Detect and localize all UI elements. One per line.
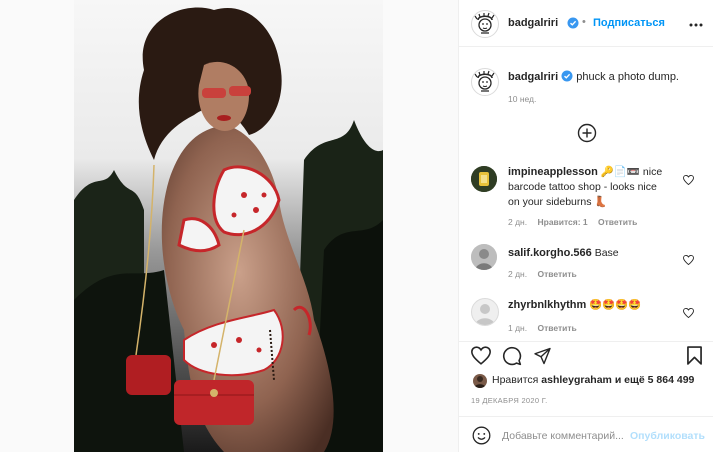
comment-meta: 1 дн. Ответить [508, 323, 585, 333]
verified-icon [561, 70, 573, 82]
author-avatar[interactable] [471, 10, 499, 38]
heart-icon[interactable] [471, 346, 491, 370]
reply-button[interactable]: Ответить [537, 323, 576, 333]
liker-avatar[interactable] [473, 374, 487, 388]
comment-text: Base [594, 247, 619, 259]
comment-body: zhyrbnlkhythm 🤩🤩🤩🤩 [508, 298, 693, 313]
bookmark-icon[interactable] [687, 346, 702, 370]
author-avatar-drawing [474, 12, 495, 34]
comment-body: impineapplesson 🔑📄📼 nice barcode tattoo … [508, 165, 693, 210]
comment-input[interactable]: Добавьте комментарий... [502, 430, 624, 442]
caption-age[interactable]: 10 нед. [508, 94, 536, 104]
comment-username[interactable]: salif.korgho.566 [508, 247, 592, 259]
comment-heart-icon[interactable] [683, 305, 694, 323]
comment-avatar-drawing [471, 244, 497, 270]
post-photo[interactable] [74, 0, 383, 452]
post-sidebar: badgalriri • Подписаться badgalriri phuc… [458, 0, 713, 452]
share-icon[interactable] [533, 347, 552, 370]
more-icon[interactable] [688, 17, 704, 35]
liker-avatar-drawing [474, 376, 486, 388]
comment-avatar[interactable] [471, 166, 497, 192]
comment-icon[interactable] [502, 346, 522, 371]
comment-meta: 2 дн. Нравится: 1 Ответить [508, 217, 645, 227]
follow-button[interactable]: Подписаться [593, 17, 665, 29]
reply-button[interactable]: Ответить [537, 269, 576, 279]
comment-username[interactable]: zhyrbnlkhythm [508, 299, 586, 311]
comment-text: 🔑📄📼 nice [600, 166, 663, 178]
author-username[interactable]: badgalriri [508, 17, 558, 29]
comment-age[interactable]: 2 дн. [508, 269, 527, 279]
comment-heart-icon[interactable] [683, 252, 694, 270]
comment-likes[interactable]: Нравится: 1 [537, 217, 587, 227]
comment-avatar[interactable] [471, 298, 499, 326]
caption-avatar-drawing [474, 70, 495, 92]
comment-text: barcode tattoo shop - looks nice [508, 181, 657, 193]
comment-age[interactable]: 2 дн. [508, 217, 527, 227]
comment-avatar-drawing [471, 166, 497, 192]
composer-divider [459, 416, 713, 417]
caption-username[interactable]: badgalriri [508, 71, 558, 83]
post-date[interactable]: 19 ДЕКАБРЯ 2020 Г. [471, 396, 548, 405]
post-header: badgalriri • Подписаться [459, 0, 713, 47]
likes-summary: Нравится ashleygraham и ещё 5 864 499 [492, 374, 695, 386]
publish-button[interactable]: Опубликовать [630, 430, 705, 442]
reply-button[interactable]: Ответить [598, 217, 637, 227]
liker-username[interactable]: ashleygraham [541, 374, 612, 386]
comment-text: on your sideburns 👢 [508, 196, 608, 208]
comment-text: 🤩🤩🤩🤩 [589, 299, 642, 311]
post-modal: badgalriri • Подписаться badgalriri phuc… [0, 0, 713, 452]
comment-age[interactable]: 1 дн. [508, 323, 527, 333]
comment-heart-icon[interactable] [683, 172, 694, 190]
emoji-icon[interactable] [472, 426, 491, 450]
comment-username[interactable]: impineapplesson [508, 166, 598, 178]
likes-count[interactable]: 5 864 499 [648, 374, 695, 386]
comment-avatar[interactable] [471, 244, 497, 270]
comment-meta: 2 дн. Ответить [508, 269, 585, 279]
comment-body: salif.korgho.566 Base [508, 246, 693, 261]
section-divider [459, 341, 713, 342]
load-more-icon[interactable] [577, 123, 597, 148]
verified-icon [567, 16, 579, 34]
caption: badgalriri phuck a photo dump. [508, 70, 679, 83]
default-avatar-icon [475, 304, 495, 325]
photo-illustration [74, 0, 383, 452]
caption-text: phuck a photo dump. [576, 71, 679, 83]
caption-avatar[interactable] [471, 68, 499, 96]
